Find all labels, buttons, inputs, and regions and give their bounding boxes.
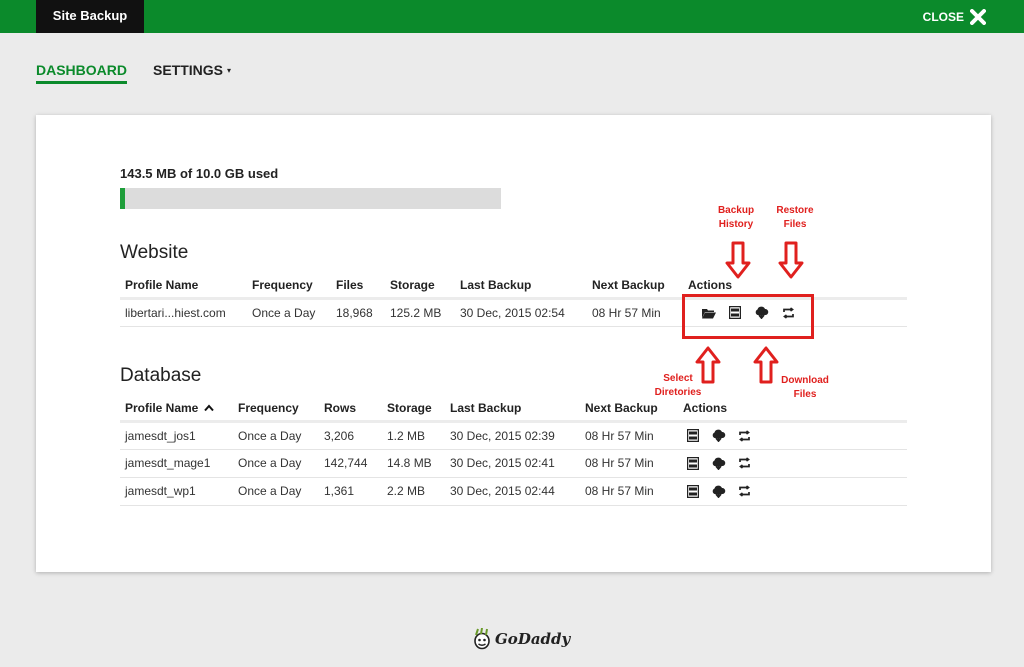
history-icon [687,484,699,498]
storage-usage-text: 143.5 MB of 10.0 GB used [120,166,279,181]
rows-count: 1,361 [319,477,382,506]
table-row: jamesdt_jos1 Once a Day 3,206 1.2 MB 30 … [120,421,907,450]
database-table: Profile Name Frequency Rows Storage Last… [120,397,907,506]
frequency: Once a Day [247,298,331,327]
restore-files-button[interactable] [738,485,751,497]
restore-files-button[interactable] [738,457,751,469]
main-nav: DASHBOARD SETTINGS ▾ [36,62,231,84]
profile-name: jamesdt_jos1 [120,421,233,450]
rows-count: 142,744 [319,449,382,478]
storage-size: 125.2 MB [385,298,455,327]
tab-settings[interactable]: SETTINGS ▾ [153,62,231,84]
app-title: Site Backup [36,0,144,33]
backup-history-button[interactable] [687,456,699,470]
col-storage: Storage [382,397,445,423]
row-actions [678,421,907,450]
cloud-download-icon [712,429,726,442]
annotation-line: Restore [776,205,814,216]
col-profile-name[interactable]: Profile Name [120,397,233,423]
backup-history-button[interactable] [687,484,699,498]
download-files-button[interactable] [711,429,726,442]
last-backup: 30 Dec, 2015 02:44 [445,477,580,506]
col-files: Files [331,274,385,300]
arrow-down-icon [725,241,751,279]
arrow-up-icon [695,346,721,384]
annotation-backup-history: Backup History [712,204,760,232]
col-last-backup: Last Backup [455,274,587,300]
next-backup: 08 Hr 57 Min [587,298,683,327]
frequency: Once a Day [233,421,319,450]
col-storage: Storage [385,274,455,300]
cloud-download-icon [712,457,726,470]
restore-icon [739,429,750,442]
col-frequency: Frequency [247,274,331,300]
rows-count: 3,206 [319,421,382,450]
download-files-button[interactable] [711,485,726,498]
arrow-up-icon [753,346,779,384]
dashboard-card: 143.5 MB of 10.0 GB used Website Profile… [36,115,991,572]
database-section-title: Database [120,365,202,386]
col-next-backup: Next Backup [580,397,678,423]
storage-size: 1.2 MB [382,421,445,450]
last-backup: 30 Dec, 2015 02:41 [445,449,580,478]
logo-text: GoDaddy [495,630,571,648]
annotation-line: History [718,219,754,230]
row-actions [678,449,907,478]
annotation-restore-files: Restore Files [770,204,820,232]
col-next-backup: Next Backup [587,274,683,300]
files-count: 18,968 [331,298,385,327]
annotation-download-files: Download Files [775,374,835,402]
profile-name: jamesdt_mage1 [120,449,233,478]
annotation-line: Diretories [654,387,702,398]
col-profile-name-label: Profile Name [125,401,199,416]
next-backup: 08 Hr 57 Min [580,477,678,506]
col-profile-name: Profile Name [120,274,247,300]
col-frequency: Frequency [233,397,319,423]
annotation-line: Files [793,389,817,400]
last-backup: 30 Dec, 2015 02:39 [445,421,580,450]
tab-settings-label: SETTINGS [153,62,224,78]
next-backup: 08 Hr 57 Min [580,421,678,450]
history-icon [687,456,699,470]
arrow-down-icon [778,241,804,279]
history-icon [687,429,699,442]
chevron-down-icon: ▾ [227,66,232,75]
annotation-line: Backup [717,205,755,216]
storage-usage-bar [120,188,501,209]
col-last-backup: Last Backup [445,397,580,423]
godaddy-logo-icon [474,628,490,650]
godaddy-logo: GoDaddy [472,628,570,650]
row-actions [678,477,907,506]
annotation-line: Download [781,375,829,386]
restore-icon [739,485,750,497]
storage-size: 14.8 MB [382,449,445,478]
close-icon [970,8,986,25]
col-rows: Rows [319,397,382,423]
backup-history-button[interactable] [687,429,699,442]
close-button[interactable]: CLOSE [923,0,986,33]
table-row: jamesdt_mage1 Once a Day 142,744 14.8 MB… [120,449,907,478]
download-files-button[interactable] [711,457,726,470]
restore-icon [739,457,750,469]
storage-usage-fill [120,188,126,209]
website-section-title: Website [120,242,189,263]
next-backup: 08 Hr 57 Min [580,449,678,478]
profile-name: jamesdt_wp1 [120,477,233,506]
frequency: Once a Day [233,477,319,506]
frequency: Once a Day [233,449,319,478]
annotation-line: Files [783,219,807,230]
tab-dashboard[interactable]: DASHBOARD [36,62,127,84]
top-bar: Site Backup CLOSE [0,0,1024,33]
last-backup: 30 Dec, 2015 02:54 [455,298,587,327]
close-label: CLOSE [922,9,964,24]
profile-name: libertari...hiest.com [120,298,247,327]
cloud-download-icon [712,485,726,498]
table-row: jamesdt_wp1 Once a Day 1,361 2.2 MB 30 D… [120,477,907,506]
actions-highlight-box [682,294,814,339]
storage-size: 2.2 MB [382,477,445,506]
sort-ascending-icon [203,404,214,412]
restore-files-button[interactable] [738,429,751,442]
